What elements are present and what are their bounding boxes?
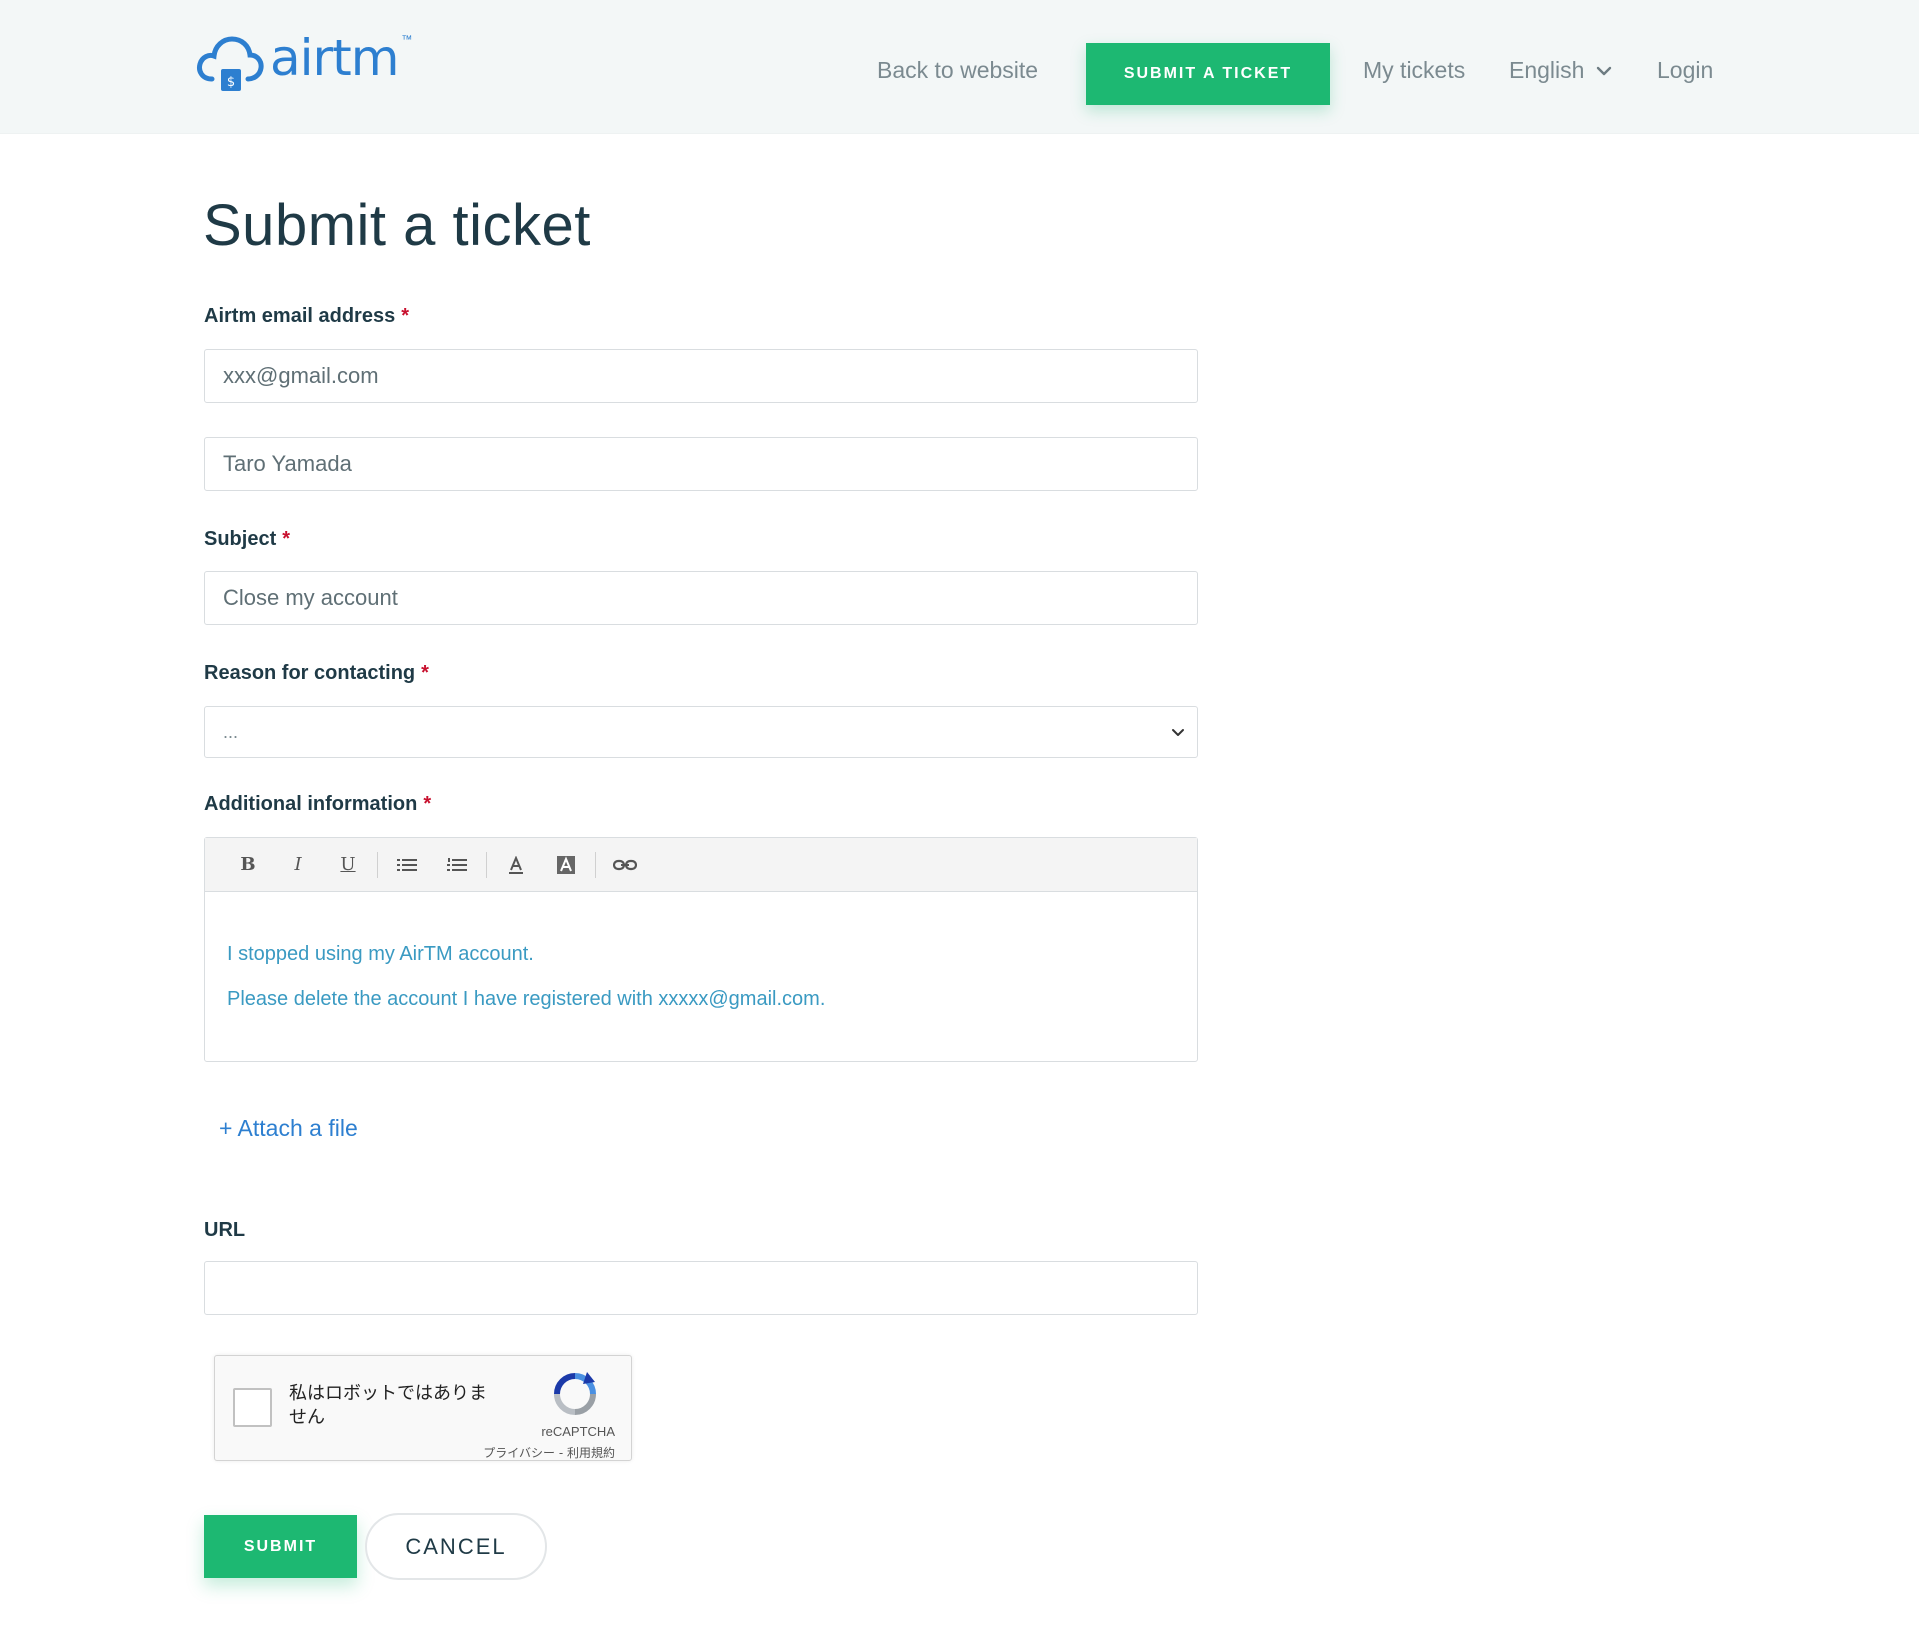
url-label-text: URL <box>204 1219 246 1241</box>
email-field[interactable]: xxx@gmail.com <box>204 349 1198 403</box>
toolbar-divider <box>595 851 596 878</box>
bold-button[interactable]: B <box>223 847 273 883</box>
reason-select-value: ... <box>223 721 239 742</box>
toolbar-divider <box>377 851 378 878</box>
logo-wordmark: airtm <box>270 29 399 87</box>
underline-button[interactable]: U <box>323 847 373 883</box>
subject-label: Subject * <box>204 528 290 551</box>
svg-text:$: $ <box>227 75 235 90</box>
required-marker: * <box>423 793 432 815</box>
background-color-icon <box>557 855 575 874</box>
subject-field-value: Close my account <box>223 585 398 610</box>
editor-content[interactable]: I stopped using my AirTM account. Please… <box>205 892 1197 1022</box>
chevron-down-icon <box>1172 728 1184 736</box>
email-field-value: xxx@gmail.com <box>223 363 379 388</box>
email-label: Airtm email address * <box>204 305 409 328</box>
nav-submit-ticket-button[interactable]: SUBMIT A TICKET <box>1086 43 1330 105</box>
recaptcha-widget: 私はロボットではありません reCAPTCHA プライバシー - 利用規約 <box>214 1355 632 1461</box>
background-color-button[interactable] <box>541 847 591 883</box>
recaptcha-label: 私はロボットではありません <box>289 1383 487 1428</box>
url-label: URL <box>204 1219 245 1242</box>
nav-login[interactable]: Login <box>1657 57 1713 84</box>
bullet-list-button[interactable] <box>382 847 432 883</box>
chevron-down-icon <box>1597 66 1612 75</box>
link-icon <box>613 859 637 870</box>
reason-label: Reason for contacting * <box>204 662 429 685</box>
text-color-button[interactable] <box>491 847 541 883</box>
nav-my-tickets[interactable]: My tickets <box>1363 57 1465 84</box>
attach-file-link[interactable]: + Attach a file <box>219 1115 358 1142</box>
language-label: English <box>1509 57 1585 83</box>
page-title: Submit a ticket <box>203 193 591 258</box>
url-field[interactable] <box>204 1261 1198 1315</box>
language-dropdown[interactable]: English <box>1509 57 1612 84</box>
email-label-text: Airtm email address <box>204 305 396 327</box>
submit-button[interactable]: SUBMIT <box>204 1515 357 1578</box>
text-color-icon <box>509 855 523 874</box>
additional-info-label-text: Additional information <box>204 793 418 815</box>
italic-button[interactable]: I <box>273 847 323 883</box>
cancel-button[interactable]: CANCEL <box>365 1513 547 1580</box>
editor-line: I stopped using my AirTM account. <box>227 943 534 965</box>
numbered-list-button[interactable] <box>432 847 482 883</box>
subject-field[interactable]: Close my account <box>204 571 1198 625</box>
reason-label-text: Reason for contacting <box>204 662 416 684</box>
numbered-list-icon <box>447 857 467 871</box>
editor-line: Please delete the account I have registe… <box>227 988 826 1010</box>
site-header: $ airtm ™ Back to website SUBMIT A TICKE… <box>0 0 1919 134</box>
nav-back-to-website[interactable]: Back to website <box>877 57 1038 84</box>
required-marker: * <box>282 528 291 550</box>
rich-text-editor[interactable]: B I U I stopped using my AirTM account. … <box>204 837 1198 1062</box>
required-marker: * <box>401 305 409 327</box>
recaptcha-privacy-terms-links[interactable]: プライバシー - 利用規約 <box>483 1444 615 1461</box>
required-marker: * <box>421 662 429 684</box>
toolbar-divider <box>486 851 487 878</box>
reason-select[interactable]: ... <box>204 706 1198 758</box>
bullet-list-icon <box>397 858 417 871</box>
cloud-dollar-icon: $ <box>197 36 264 91</box>
editor-toolbar: B I U <box>205 838 1197 892</box>
logo-trademark: ™ <box>401 34 413 46</box>
subject-label-text: Subject <box>204 528 277 550</box>
insert-link-button[interactable] <box>600 847 650 883</box>
name-field-value: Taro Yamada <box>223 451 352 476</box>
additional-info-label: Additional information * <box>204 793 431 816</box>
airtm-logo[interactable]: $ airtm ™ <box>196 29 412 96</box>
name-field[interactable]: Taro Yamada <box>204 437 1198 491</box>
recaptcha-brand: reCAPTCHA <box>541 1424 615 1439</box>
recaptcha-logo-icon <box>554 1372 596 1415</box>
recaptcha-checkbox[interactable] <box>233 1388 272 1427</box>
